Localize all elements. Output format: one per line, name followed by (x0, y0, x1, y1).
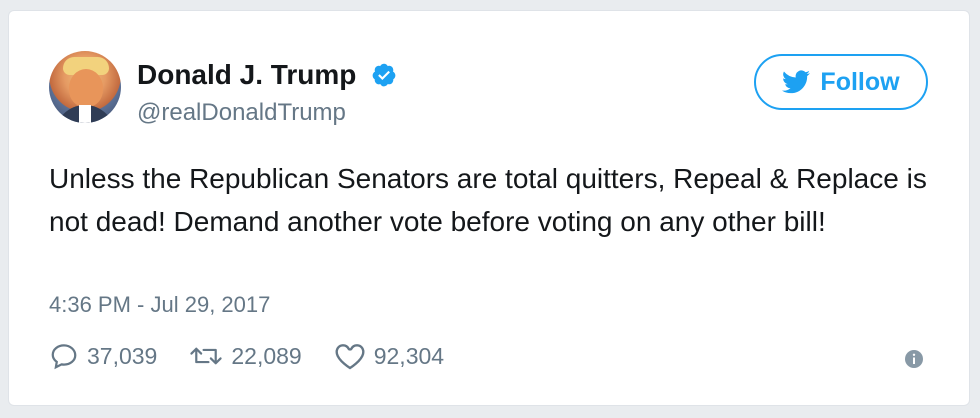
heart-icon (335, 344, 365, 370)
retweet-count: 22,089 (231, 342, 302, 369)
reply-icon (51, 344, 77, 370)
tweet-timestamp[interactable]: 4:36 PM - Jul 29, 2017 (49, 292, 270, 318)
tweet-actions: 37,039 22,089 92,304 (49, 341, 476, 371)
author-avatar[interactable] (49, 51, 121, 123)
reply-button[interactable]: 37,039 (49, 341, 157, 371)
twitter-bird-icon (782, 70, 811, 94)
follow-label: Follow (820, 67, 900, 96)
author-handle[interactable]: @realDonaldTrump (137, 99, 397, 127)
author-info: Donald J. Trump @realDonaldTrump (137, 59, 397, 127)
retweet-icon (190, 347, 223, 365)
like-count: 92,304 (373, 342, 445, 369)
reply-count: 37,039 (87, 342, 158, 369)
tweet-card: Donald J. Trump @realDonaldTrump Follow … (8, 10, 970, 406)
follow-button[interactable]: Follow (754, 54, 928, 110)
verified-badge-icon (372, 63, 396, 87)
retweet-button[interactable]: 22,089 (189, 341, 302, 371)
like-button[interactable]: 92,304 (334, 341, 444, 371)
author-display-name[interactable]: Donald J. Trump (137, 59, 356, 91)
info-icon[interactable] (904, 349, 924, 369)
tweet-text: Unless the Republican Senators are total… (49, 163, 927, 237)
